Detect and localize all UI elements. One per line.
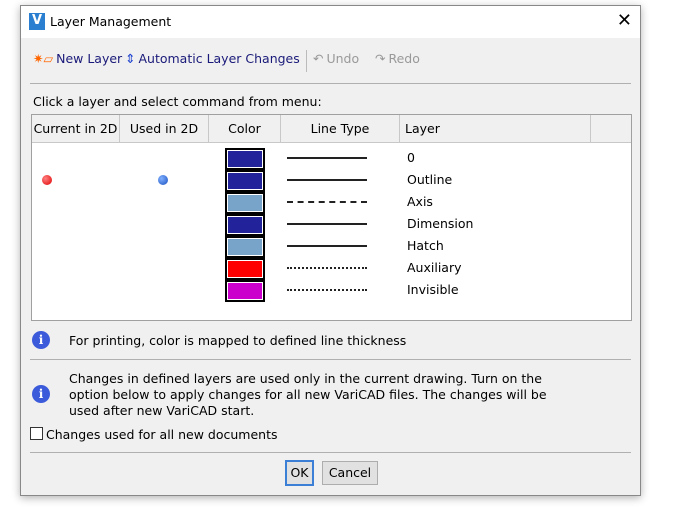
table-row[interactable]: Invisible <box>32 279 631 302</box>
info-icon: i <box>32 385 50 403</box>
layer-name: 0 <box>407 150 415 165</box>
col-line-type[interactable]: Line Type <box>281 115 400 142</box>
new-layer-icon: ✷▱ <box>33 51 54 66</box>
instruction-label: Click a layer and select command from me… <box>33 94 322 109</box>
col-current[interactable]: Current in 2D <box>32 115 120 142</box>
color-swatch[interactable] <box>225 236 265 258</box>
title-bar: V Layer Management ✕ <box>21 6 640 38</box>
col-layer[interactable]: Layer <box>400 115 591 142</box>
divider <box>30 83 631 84</box>
line-type-sample <box>287 223 367 225</box>
table-row[interactable]: Dimension <box>32 213 631 236</box>
table-row[interactable]: Axis <box>32 191 631 214</box>
ok-button[interactable]: OK <box>285 460 314 486</box>
divider <box>30 452 631 453</box>
divider <box>30 359 631 360</box>
col-color[interactable]: Color <box>209 115 281 142</box>
layer-name: Invisible <box>407 282 459 297</box>
table-row[interactable]: Outline <box>32 169 631 192</box>
undo-icon: ↶ <box>313 51 324 66</box>
undo-button[interactable]: ↶ Undo <box>313 51 359 66</box>
changes-all-documents-checkbox[interactable] <box>30 427 43 440</box>
line-type-sample <box>287 289 367 291</box>
color-swatch[interactable] <box>225 170 265 192</box>
color-swatch[interactable] <box>225 148 265 170</box>
layer-name: Outline <box>407 172 453 187</box>
table-row[interactable]: Auxiliary <box>32 257 631 280</box>
redo-icon: ↷ <box>375 51 386 66</box>
table-header: Current in 2D Used in 2D Color Line Type… <box>32 115 631 143</box>
cancel-button[interactable]: Cancel <box>322 461 378 485</box>
table-row[interactable]: 0 <box>32 147 631 170</box>
info-icon: i <box>32 331 50 349</box>
info-changes: Changes in defined layers are used only … <box>69 371 547 418</box>
color-swatch[interactable] <box>225 214 265 236</box>
info-printing: For printing, color is mapped to defined… <box>69 333 407 348</box>
checkbox-label[interactable]: Changes used for all new documents <box>46 427 278 442</box>
layer-name: Hatch <box>407 238 444 253</box>
col-used[interactable]: Used in 2D <box>120 115 209 142</box>
toolbar-divider <box>306 50 307 72</box>
layer-name: Auxiliary <box>407 260 462 275</box>
line-type-sample <box>287 245 367 247</box>
automatic-layer-changes-button[interactable]: ⇕ Automatic Layer Changes <box>125 51 300 66</box>
color-swatch[interactable] <box>225 280 265 302</box>
window-title: Layer Management <box>50 14 172 29</box>
redo-button[interactable]: ↷ Redo <box>375 51 420 66</box>
line-type-sample <box>287 201 367 203</box>
layers-arrows-icon: ⇕ <box>125 51 136 66</box>
color-swatch[interactable] <box>225 258 265 280</box>
color-swatch[interactable] <box>225 192 265 214</box>
current-indicator <box>42 175 52 185</box>
table-row[interactable]: Hatch <box>32 235 631 258</box>
used-indicator <box>158 175 168 185</box>
varicad-logo: V <box>29 13 45 30</box>
layer-management-dialog: V Layer Management ✕ ✷▱ New Layer ⇕ Automa… <box>20 5 641 496</box>
new-layer-button[interactable]: ✷▱ New Layer <box>33 51 122 66</box>
line-type-sample <box>287 179 367 181</box>
layer-name: Dimension <box>407 216 474 231</box>
layer-name: Axis <box>407 194 433 209</box>
line-type-sample <box>287 267 367 269</box>
line-type-sample <box>287 157 367 159</box>
close-icon[interactable]: ✕ <box>617 10 632 31</box>
layer-table: Current in 2D Used in 2D Color Line Type… <box>31 114 632 321</box>
